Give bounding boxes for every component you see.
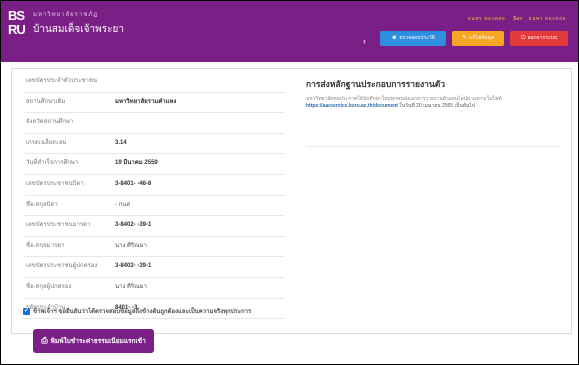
info-label: เลขบัตรประชาชนมารดา (26, 222, 91, 229)
logo-mark-bottom: RU (8, 22, 26, 37)
info-row: ชื่อ-สกุลมารดา นาง ศิริณมา (23, 237, 285, 258)
info-row: เลขบัตรประชาชนมารดา 3-8402- -39-1 (23, 216, 285, 237)
document-link[interactable]: https://aarservice.bsru.ac.th/document (306, 103, 398, 109)
info-label: ชื่อ-สกุลมารดา (26, 242, 65, 249)
document-submission-notice: การส่งหลักฐานประกอบการรายงานตัว มหาวิทยา… (306, 77, 561, 147)
info-value: 3-8402- -39-1 (115, 263, 152, 270)
info-value: 3-8401- -46-8 (115, 180, 152, 187)
info-row: เลขบัตรประชาชนบิดา 3-8401- -46-8 (23, 175, 285, 196)
notice-deadline: ในวันที่ 20 เมษายน 2565 เป็นต้นไป (399, 103, 476, 109)
info-label: เกรดเฉลี่ยสะสม (26, 139, 67, 146)
info-value: นาง ศิริณมา (115, 242, 147, 249)
info-row: ชื่อ-สกุลบิดา - กนส (23, 196, 285, 217)
student-info-table: เลขบัตรประจำตัวประชาชน สถานศึกษาเดิม มหาว… (23, 72, 285, 320)
edit-info-button[interactable]: ✎ แก้ไขข้อมูล (452, 31, 504, 46)
info-label: ชื่อ-สกุลผู้ปกครอง (26, 283, 72, 290)
logo-line-2: บ้านสมเด็จเจ้าพระยา (33, 24, 124, 35)
info-label: สถานศึกษาเดิม (26, 98, 66, 105)
info-row: สถานศึกษาเดิม มหาวิทยาลัยรามคำแหง (23, 93, 285, 114)
logo-line-1: มหาวิทยาลัยราชภัฏ (33, 12, 99, 18)
confirm-text: ข้าพเจ้าฯ ขอยืนยันว่าได้ตรวจสอบข้อมูลถึง… (33, 309, 252, 315)
logout-button-label: ออกจากระบบ (527, 35, 558, 41)
user-role: Ser (513, 16, 523, 22)
info-row: ชื่อ-สกุลผู้ปกครอง นาง ศิริณมา (23, 278, 285, 299)
notice-title: การส่งหลักฐานประกอบการรายงานตัว (306, 79, 446, 89)
logout-button[interactable]: ⏻ ออกจากระบบ (510, 31, 568, 46)
notice-body: มหาวิทยาลัยขอประกาศให้นักศึกษาใหม่ทุกคนส… (306, 96, 561, 110)
info-row: เกรดเฉลี่ยสะสม 3.14 (23, 134, 285, 155)
top-header: BS RU มหาวิทยาลัยราชภัฏ บ้านสมเด็จเจ้าพร… (1, 1, 578, 62)
info-value: 19 มีนาคม 2559 (115, 160, 158, 167)
info-label: วันที่สำเร็จการศึกษา (26, 160, 79, 167)
info-label: จังหวัดสถานศึกษา (26, 119, 74, 126)
user-info: ธนพร ทองหล่อ Ser ธนพร ทองหล่อ (468, 15, 566, 23)
notice-text: มหาวิทยาลัยขอประกาศให้นักศึกษาใหม่ทุกคนส… (306, 96, 502, 102)
info-value: มหาวิทยาลัยรามคำแหง (115, 98, 177, 105)
user-name: ธนพร ทองหล่อ (467, 16, 506, 22)
check-icon[interactable]: ✓ (23, 307, 30, 315)
chevron-left-icon[interactable]: ‹ (363, 36, 366, 46)
university-name: มหาวิทยาลัยราชภัฏ บ้านสมเด็จเจ้าพระยา (33, 9, 124, 37)
pencil-icon: ✎ (462, 35, 468, 41)
info-value: 3.14 (115, 139, 127, 146)
info-value: นาง ศิริณมา (115, 283, 147, 290)
profile-button[interactable]: ☻ ตรวจสอบประวัติ (380, 31, 446, 46)
info-row: วันที่สำเร็จการศึกษา 19 มีนาคม 2559 (23, 154, 285, 175)
printer-icon: ⎙ (41, 336, 48, 345)
info-value: 3-8402- -39-1 (115, 222, 152, 229)
profile-button-label: ตรวจสอบประวัติ (399, 35, 435, 41)
info-label: ชื่อ-สกุลบิดา (26, 201, 58, 208)
university-logo[interactable]: BS RU (8, 9, 28, 39)
info-label: เลขบัตรประชาชนผู้ปกครอง (26, 263, 98, 270)
info-value: - กนส (115, 201, 131, 208)
edit-info-button-label: แก้ไขข้อมูล (469, 35, 494, 41)
info-row: เลขบัตรประจำตัวประชาชน (23, 72, 285, 93)
page-frame: BS RU มหาวิทยาลัยราชภัฏ บ้านสมเด็จเจ้าพร… (0, 0, 579, 365)
power-icon: ⏻ (520, 35, 526, 41)
user-id: ธนพร ทองหล่อ (528, 16, 566, 22)
print-fee-slip-button[interactable]: ⎙ พิมพ์ใบชำระค่าธรรมเนียมแรกเข้า (33, 329, 154, 353)
info-label: เลขบัตรประจำตัวประชาชน (26, 78, 98, 84)
info-row: จังหวัดสถานศึกษา (23, 113, 285, 134)
logo-mark-top: BS (8, 8, 25, 23)
info-row: เลขบัตรประชาชนผู้ปกครอง 3-8402- -39-1 (23, 257, 285, 278)
user-icon: ☻ (391, 35, 398, 41)
confirm-checkbox-row[interactable]: ✓ ข้าพเจ้าฯ ขอยืนยันว่าได้ตรวจสอบข้อมูลถึ… (23, 306, 251, 316)
info-label: เลขบัตรประชาชนบิดา (26, 180, 84, 187)
print-button-label: พิมพ์ใบชำระค่าธรรมเนียมแรกเข้า (50, 338, 146, 345)
